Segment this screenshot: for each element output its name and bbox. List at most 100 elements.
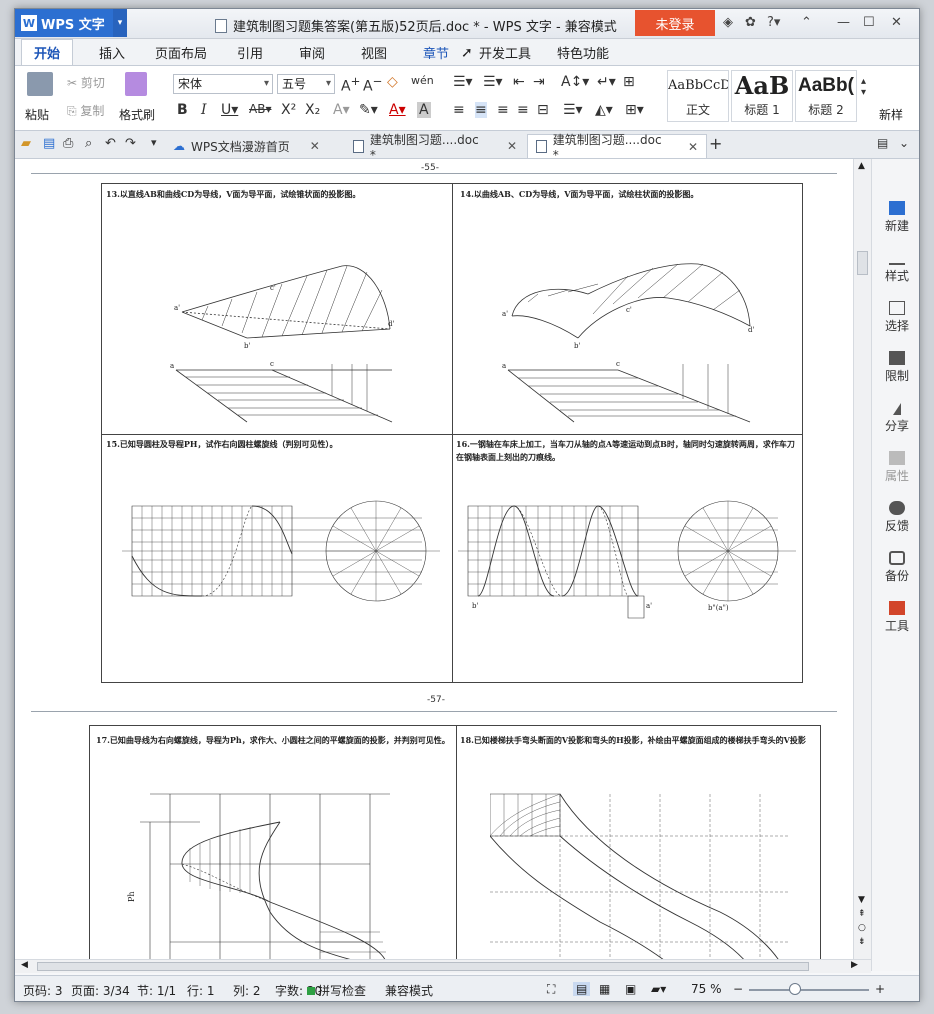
settings-icon[interactable]: ✿ [745, 15, 756, 30]
align-center-icon[interactable]: ≡ [475, 102, 487, 118]
status-pages[interactable]: 页面: 3/34 [71, 982, 130, 999]
sidebar-feedback[interactable]: 反馈 [872, 501, 919, 534]
borders-icon[interactable]: ⊞▾ [625, 102, 644, 118]
format-painter-button[interactable]: 格式刷 [119, 106, 155, 123]
shrink-font-icon[interactable]: A− [363, 74, 382, 95]
chevron-down-icon[interactable]: ▾ [113, 9, 127, 37]
subscript-icon[interactable]: X₂ [305, 102, 320, 118]
doc-tab-2[interactable]: 建筑制图习题....doc * ✕ [527, 133, 707, 162]
web-view-icon[interactable]: ▰▾ [651, 982, 666, 996]
scroll-left-icon[interactable]: ◀ [21, 960, 28, 970]
bullets-icon[interactable]: ☰▾ [453, 74, 473, 90]
tab-home[interactable]: 开始 [21, 39, 73, 65]
page-view-icon[interactable]: ▤ [573, 982, 591, 996]
outline-view-icon[interactable]: ▦ [599, 982, 610, 996]
sort-icon[interactable]: A↕▾ [561, 74, 589, 90]
format-painter-icon[interactable] [125, 72, 147, 96]
phonetic-icon[interactable]: wén [411, 74, 434, 87]
style-heading1[interactable]: AaB 标题 1 [731, 70, 793, 122]
sidebar-properties[interactable]: 属性 [872, 451, 919, 484]
sidebar-tools[interactable]: 工具 [872, 601, 919, 634]
text-effect-icon[interactable]: A▾ [333, 102, 350, 118]
zoom-out-icon[interactable]: − [733, 982, 743, 996]
zoom-level[interactable]: 75 % [691, 982, 722, 996]
tab-chapter[interactable]: 章节 [423, 43, 449, 62]
undo-icon[interactable]: ↶ [105, 136, 116, 151]
status-page[interactable]: 页码: 3 [23, 982, 63, 999]
bold-icon[interactable]: B [177, 102, 188, 118]
preview-icon[interactable]: ⌕ [85, 136, 92, 151]
tab-list-icon[interactable]: ▤ [877, 136, 888, 150]
justify-icon[interactable]: ≡ [517, 102, 529, 118]
table-icon[interactable]: ⊞ [623, 74, 635, 90]
open-icon[interactable]: ▰ [21, 136, 31, 151]
font-name-select[interactable]: 宋体 [173, 74, 273, 94]
shading-icon[interactable]: ◭▾ [595, 102, 613, 118]
paste-icon[interactable] [27, 72, 53, 96]
spell-check[interactable]: 拼写检查 [307, 982, 366, 999]
sidebar-share[interactable]: 分享 [872, 401, 919, 434]
horizontal-scrollbar[interactable]: ◀ ▶ [15, 959, 871, 973]
help-icon[interactable]: ?▾ [767, 15, 780, 30]
close-tab-icon[interactable]: ✕ [507, 139, 517, 153]
clear-format-icon[interactable]: ◇ [387, 74, 398, 90]
sidebar-backup[interactable]: 备份 [872, 551, 919, 584]
font-size-select[interactable]: 五号 [277, 74, 335, 94]
style-heading2[interactable]: AaBb( 标题 2 [795, 70, 857, 122]
distribute-icon[interactable]: ⊟ [537, 102, 549, 118]
align-right-icon[interactable]: ≡ [497, 102, 509, 118]
doc-tab-1[interactable]: 建筑制图习题....doc * ✕ [345, 133, 525, 162]
tab-features[interactable]: 特色功能 [557, 43, 609, 62]
outdent-icon[interactable]: ⇤ [513, 74, 525, 90]
close-icon[interactable]: ✕ [891, 15, 902, 30]
copy-button[interactable]: ⎘ 复制 [67, 102, 104, 119]
paragraph-mark-icon[interactable]: ↵▾ [597, 74, 616, 90]
zoom-slider-thumb[interactable] [789, 983, 801, 995]
line-spacing-icon[interactable]: ☰▾ [563, 102, 583, 118]
vertical-scrollbar[interactable]: ▲ ▼ ⇞ ○ ⇟ [853, 159, 871, 959]
scroll-up-icon[interactable]: ▲ [858, 161, 865, 171]
sidebar-restrict[interactable]: 限制 [872, 351, 919, 384]
tab-insert[interactable]: 插入 [99, 43, 125, 62]
char-shading-icon[interactable]: A [417, 102, 431, 118]
sidebar-select[interactable]: 选择 [872, 301, 919, 334]
style-scroll-icon[interactable]: ▴ ▾ [861, 76, 866, 98]
close-tab-icon[interactable]: ✕ [688, 140, 698, 154]
sidebar-style[interactable]: 样式 [872, 251, 919, 284]
sidebar-new[interactable]: 新建 [872, 201, 919, 234]
quick-access-dropdown-icon[interactable]: ▾ [151, 136, 157, 149]
new-style-button[interactable]: 新样 [879, 106, 903, 123]
print-icon[interactable]: ⎙ [63, 136, 73, 151]
italic-icon[interactable]: I [201, 102, 207, 118]
scroll-nav-icons[interactable]: ▼ ⇞ ○ ⇟ [858, 893, 866, 949]
hscroll-thumb[interactable] [37, 962, 809, 971]
fullscreen-icon[interactable]: ⛶ [547, 982, 555, 997]
highlight-icon[interactable]: ✎▾ [359, 102, 378, 118]
paste-button[interactable]: 粘贴 [25, 106, 49, 123]
tab-view[interactable]: 视图 [361, 43, 387, 62]
tab-review[interactable]: 审阅 [299, 43, 325, 62]
style-normal[interactable]: AaBbCcD 正文 [667, 70, 729, 122]
tab-references[interactable]: 引用 [237, 43, 263, 62]
login-button[interactable]: 未登录 [635, 10, 715, 36]
tab-developer[interactable]: 开发工具 [479, 43, 531, 62]
strikethrough-icon[interactable]: AB▾ [249, 102, 271, 116]
superscript-icon[interactable]: X² [281, 102, 296, 118]
zoom-slider[interactable] [749, 989, 869, 991]
save-icon[interactable]: ▤ [43, 136, 55, 151]
new-tab-icon[interactable]: + [709, 134, 722, 153]
cut-button[interactable]: ✂ 剪切 [67, 74, 105, 91]
close-tab-icon[interactable]: ✕ [310, 139, 320, 153]
zoom-in-icon[interactable]: + [875, 982, 885, 996]
skin-icon[interactable]: ◈ [723, 15, 733, 30]
tab-menu-icon[interactable]: ⌄ [899, 136, 909, 150]
document-canvas[interactable]: -55- 13.以直线AB和曲线CD为导线，V面为导平面，试绘锥状面的投影图。 … [15, 159, 853, 959]
scrollbar-thumb[interactable] [857, 251, 868, 275]
app-menu-button[interactable]: W WPS 文字 ▾ [15, 9, 127, 37]
grow-font-icon[interactable]: A+ [341, 74, 360, 95]
scroll-right-icon[interactable]: ▶ [851, 960, 858, 970]
underline-icon[interactable]: U▾ [221, 102, 238, 118]
align-left-icon[interactable]: ≡ [453, 102, 465, 118]
font-color-icon[interactable]: A▾ [389, 102, 406, 118]
reading-view-icon[interactable]: ▣ [625, 982, 636, 996]
